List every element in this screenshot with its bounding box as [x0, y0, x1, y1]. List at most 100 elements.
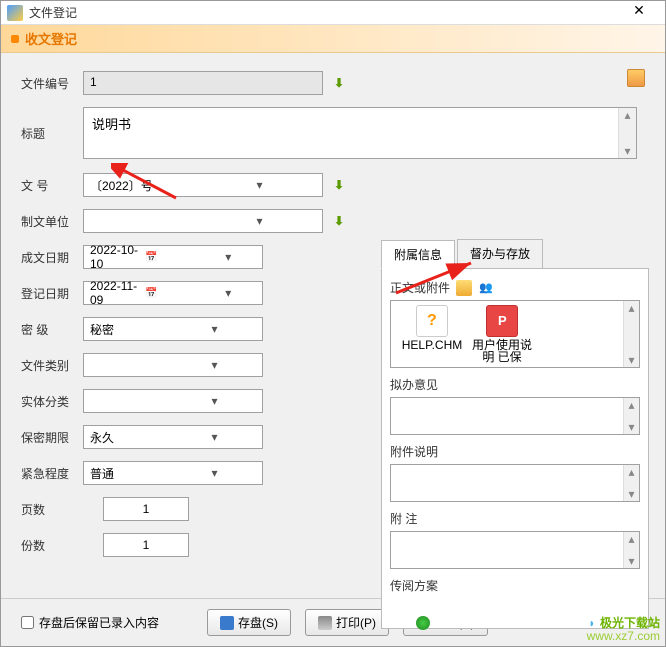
- secrecy-combo[interactable]: 秘密 ▾: [83, 317, 263, 341]
- row-title: 标题 ▴▾: [21, 107, 645, 159]
- checkbox-label: 存盘后保留已录入内容: [39, 614, 159, 631]
- row-pages: 页数 1: [21, 497, 371, 521]
- chm-file-icon: [416, 305, 448, 337]
- chevron-down-icon[interactable]: ▾: [203, 214, 316, 228]
- label-urgency: 紧急程度: [21, 465, 83, 482]
- reg-date-input[interactable]: 2022-11-09 📅 ▾: [83, 281, 263, 305]
- label-create-date: 成文日期: [21, 249, 83, 266]
- label-title: 标题: [21, 107, 83, 142]
- scrollbar[interactable]: ▴▾: [623, 301, 639, 367]
- row-file-no: 文件编号 1 ⬇: [21, 71, 645, 95]
- folder-add-icon[interactable]: [456, 280, 472, 296]
- attach-desc-textarea[interactable]: ▴▾: [390, 464, 640, 502]
- attachment-item[interactable]: 用户使用说明 已保: [467, 305, 537, 363]
- title-textarea-wrap: ▴▾: [83, 107, 637, 159]
- urgency-combo[interactable]: 普通 ▾: [83, 461, 263, 485]
- section-attach-desc: 附件说明 ▴▾: [390, 443, 640, 502]
- chevron-down-icon[interactable]: ▾: [203, 178, 316, 192]
- create-date-input[interactable]: 2022-10-10 📅 ▾: [83, 245, 263, 269]
- row-org: 制文单位 ▾ ⬇: [21, 209, 371, 233]
- down-arrow-icon[interactable]: ⬇: [331, 177, 347, 193]
- label-retention: 保密期限: [21, 429, 83, 446]
- section-opinion: 拟办意见 ▴▾: [390, 376, 640, 435]
- org-combo[interactable]: ▾: [83, 209, 323, 233]
- app-icon: [7, 5, 23, 21]
- row-secrecy: 密 级 秘密 ▾: [21, 317, 371, 341]
- down-arrow-icon[interactable]: ⬇: [331, 213, 347, 229]
- file-name: 用户使用说明 已保: [467, 339, 537, 363]
- row-entity: 实体分类 ▾: [21, 389, 371, 413]
- remark-textarea[interactable]: ▴▾: [390, 531, 640, 569]
- label-doc-no: 文 号: [21, 177, 83, 194]
- chevron-down-icon[interactable]: ▾: [173, 430, 256, 444]
- print-icon: [318, 616, 332, 630]
- attachment-list[interactable]: HELP.CHM 用户使用说明 已保 ▴▾: [390, 300, 640, 368]
- close-window-button[interactable]: ✕: [619, 2, 659, 24]
- keep-after-save-checkbox[interactable]: 存盘后保留已录入内容: [21, 614, 159, 631]
- label-secrecy: 密 级: [21, 321, 83, 338]
- save-icon: [220, 616, 234, 630]
- tab-attachment-info[interactable]: 附属信息: [381, 240, 455, 269]
- label-org: 制文单位: [21, 213, 83, 230]
- label-opinion: 拟办意见: [390, 376, 438, 393]
- section-circulation: 传阅方案: [390, 577, 640, 594]
- row-doc-type: 文件类别 ▾: [21, 353, 371, 377]
- scrollbar[interactable]: ▴▾: [623, 532, 639, 568]
- file-name: HELP.CHM: [397, 339, 467, 351]
- label-file-no: 文件编号: [21, 75, 83, 92]
- title-input[interactable]: [84, 108, 618, 132]
- paste-icon[interactable]: [627, 69, 645, 87]
- chevron-down-icon[interactable]: ▾: [201, 250, 256, 264]
- label-remark: 附 注: [390, 510, 417, 527]
- calendar-icon[interactable]: 📅: [145, 288, 200, 299]
- save-button[interactable]: 存盘(S): [207, 609, 291, 636]
- chevron-down-icon[interactable]: ▾: [173, 358, 256, 372]
- form-body: 文件编号 1 ⬇ 标题 ▴▾ 文 号 〔2022〕号 ▾ ⬇: [1, 53, 665, 598]
- right-column: 附属信息 督办与存放 正文或附件 👥 HELP.CHM: [381, 239, 649, 629]
- bullet-icon: [11, 35, 19, 43]
- label-reg-date: 登记日期: [21, 285, 83, 302]
- label-attachments: 正文或附件: [390, 279, 450, 296]
- chevron-down-icon[interactable]: ▾: [173, 394, 256, 408]
- row-urgency: 紧急程度 普通 ▾: [21, 461, 371, 485]
- down-arrow-icon[interactable]: ⬇: [331, 75, 347, 91]
- tab-panel: 正文或附件 👥 HELP.CHM 用户使用说明 已保 ▴▾: [381, 269, 649, 629]
- pdf-file-icon: [486, 305, 518, 337]
- copies-input[interactable]: 1: [103, 533, 189, 557]
- doc-type-combo[interactable]: ▾: [83, 353, 263, 377]
- label-doc-type: 文件类别: [21, 357, 83, 374]
- window-title: 文件登记: [29, 4, 619, 21]
- tabs: 附属信息 督办与存放: [381, 239, 649, 269]
- scrollbar[interactable]: ▴▾: [623, 465, 639, 501]
- checkbox-input[interactable]: [21, 616, 34, 629]
- section-header: 收文登记: [1, 25, 665, 53]
- titlebar: 文件登记 ✕: [1, 1, 665, 25]
- doc-no-combo[interactable]: 〔2022〕号 ▾: [83, 173, 323, 197]
- pages-input[interactable]: 1: [103, 497, 189, 521]
- file-no-field: 1: [83, 71, 323, 95]
- chevron-down-icon[interactable]: ▾: [173, 322, 256, 336]
- section-title: 收文登记: [25, 29, 77, 48]
- row-doc-no: 文 号 〔2022〕号 ▾ ⬇: [21, 173, 371, 197]
- section-remark: 附 注 ▴▾: [390, 510, 640, 569]
- scrollbar[interactable]: ▴▾: [623, 398, 639, 434]
- chevron-down-icon[interactable]: ▾: [173, 466, 256, 480]
- close-icon: [416, 616, 430, 630]
- label-pages: 页数: [21, 501, 83, 518]
- window: 文件登记 ✕ 收文登记 文件编号 1 ⬇ 标题 ▴▾ 文 号 〔2: [0, 0, 666, 647]
- opinion-textarea[interactable]: ▴▾: [390, 397, 640, 435]
- row-copies: 份数 1: [21, 533, 371, 557]
- entity-combo[interactable]: ▾: [83, 389, 263, 413]
- scrollbar[interactable]: ▴▾: [618, 108, 636, 158]
- attachment-item[interactable]: HELP.CHM: [397, 305, 467, 363]
- people-icon[interactable]: 👥: [478, 280, 494, 296]
- print-button[interactable]: 打印(P): [305, 609, 389, 636]
- tab-supervise-store[interactable]: 督办与存放: [457, 239, 543, 268]
- label-circulation: 传阅方案: [390, 577, 438, 594]
- label-entity: 实体分类: [21, 393, 83, 410]
- chevron-down-icon[interactable]: ▾: [201, 286, 256, 300]
- retention-combo[interactable]: 永久 ▾: [83, 425, 263, 449]
- label-copies: 份数: [21, 537, 83, 554]
- section-attachments: 正文或附件 👥 HELP.CHM 用户使用说明 已保 ▴▾: [390, 279, 640, 368]
- calendar-icon[interactable]: 📅: [145, 252, 200, 263]
